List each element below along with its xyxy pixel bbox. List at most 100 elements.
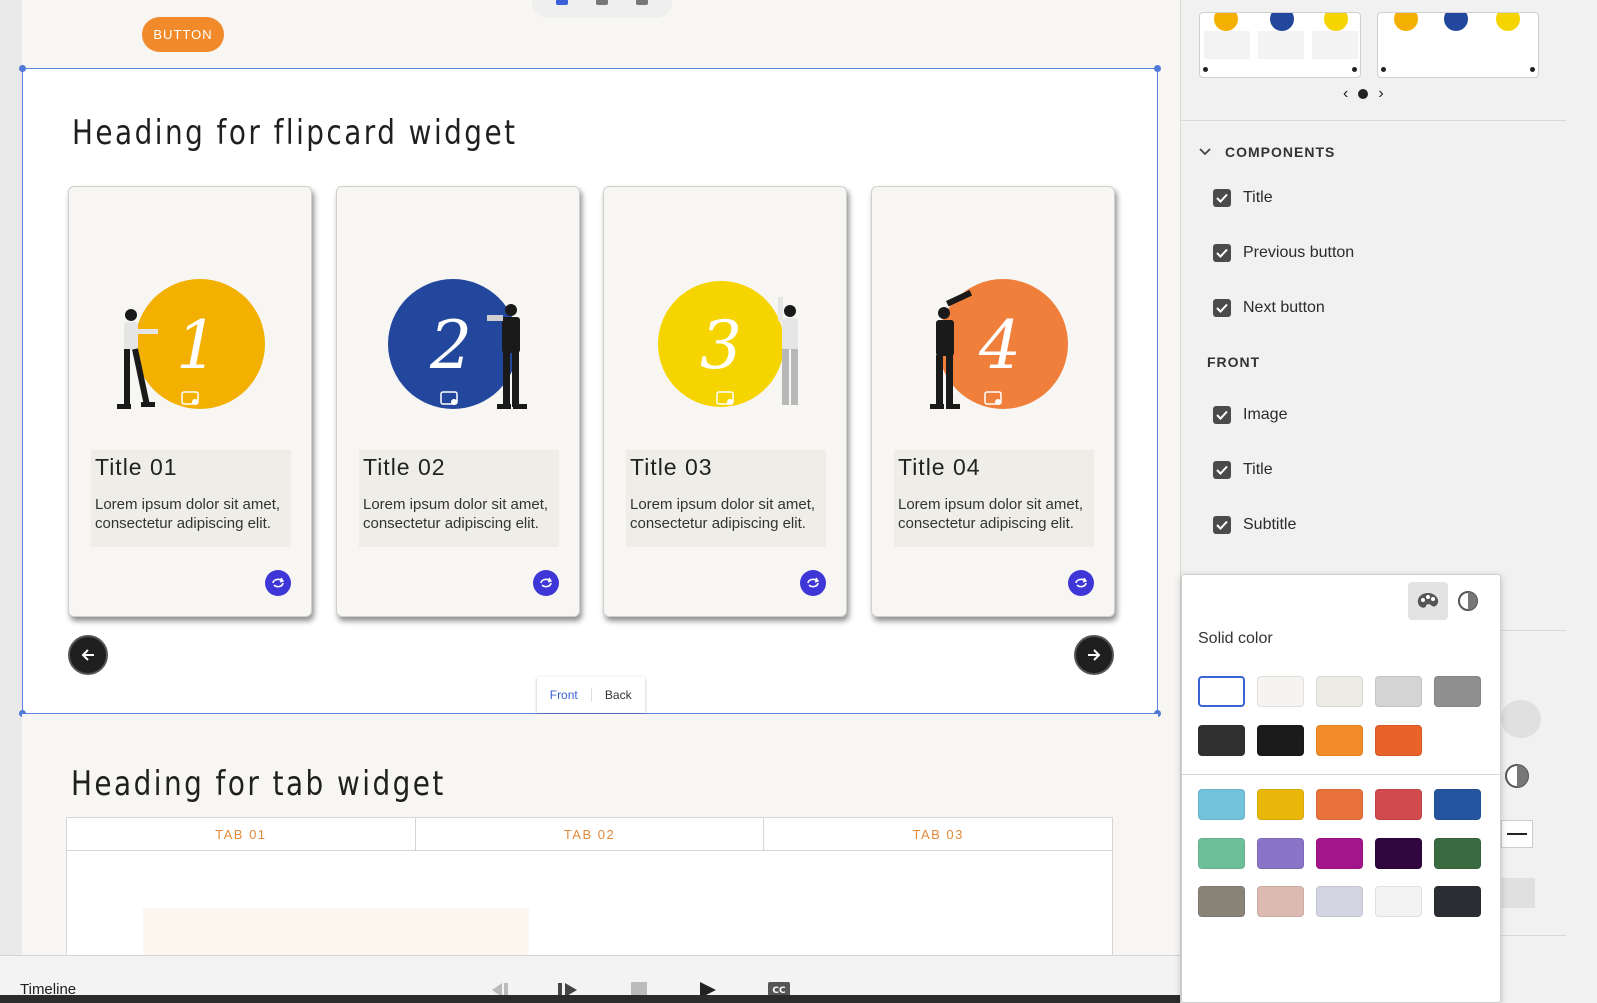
tab-bar: TAB 01 TAB 02 TAB 03	[67, 818, 1112, 851]
opacity-icon[interactable]	[1503, 762, 1531, 790]
component-next-button-checkbox[interactable]: Next button	[1213, 299, 1325, 317]
layout-thumbnail-2[interactable]	[1377, 12, 1539, 78]
back-option[interactable]: Back	[592, 688, 646, 702]
color-swatch[interactable]	[1434, 838, 1481, 869]
card-description[interactable]: Lorem ipsum dolor sit amet, consectetur …	[630, 495, 822, 533]
resize-handle[interactable]	[1154, 65, 1161, 72]
color-swatch[interactable]	[1198, 725, 1245, 756]
flip-button[interactable]	[265, 570, 291, 596]
card-image: 1	[69, 277, 311, 417]
checkbox-label: Image	[1243, 406, 1288, 423]
color-swatch[interactable]	[1434, 886, 1481, 917]
toolbar-delete-icon[interactable]	[636, 0, 648, 5]
next-button[interactable]	[1074, 635, 1114, 675]
front-title-checkbox[interactable]: Title	[1213, 461, 1273, 479]
page-surface: BUTTON Heading for flipcard widget 1 Tit…	[19, 0, 1180, 955]
color-swatch[interactable]	[1375, 886, 1422, 917]
card-title[interactable]: Title 03	[630, 454, 822, 481]
color-swatch[interactable]	[1316, 725, 1363, 756]
card-description[interactable]: Lorem ipsum dolor sit amet, consectetur …	[898, 495, 1090, 533]
hidden-toggle[interactable]	[1501, 700, 1541, 738]
color-swatch[interactable]	[1198, 789, 1245, 820]
color-swatch[interactable]	[1316, 838, 1363, 869]
flip-button[interactable]	[1068, 570, 1094, 596]
color-swatch[interactable]	[1375, 838, 1422, 869]
stroke-line-icon	[1507, 833, 1527, 835]
flipcard-widget[interactable]: Heading for flipcard widget 1 Title 01 L…	[19, 65, 1161, 717]
flip-button[interactable]	[800, 570, 826, 596]
card-text-block[interactable]: Title 01 Lorem ipsum dolor sit amet, con…	[91, 450, 291, 547]
card-image: 3	[604, 277, 846, 417]
floating-toolbar[interactable]	[532, 0, 672, 18]
tab-02[interactable]: TAB 02	[416, 818, 765, 850]
front-subtitle-checkbox[interactable]: Subtitle	[1213, 516, 1296, 534]
toolbar-info-icon[interactable]	[556, 0, 568, 5]
color-swatch[interactable]	[1198, 676, 1245, 707]
top-band: BUTTON	[22, 0, 1180, 68]
color-picker-popover: Solid color	[1181, 574, 1501, 1003]
checkbox-checked-icon	[1213, 516, 1231, 534]
layout-thumbnail-1[interactable]	[1199, 12, 1361, 78]
flip-button[interactable]	[533, 570, 559, 596]
checkbox-checked-icon	[1213, 461, 1231, 479]
resize-handle[interactable]	[19, 65, 26, 72]
card-text-block[interactable]: Title 02 Lorem ipsum dolor sit amet, con…	[359, 450, 559, 547]
component-title-checkbox[interactable]: Title	[1213, 189, 1273, 207]
pager-dot[interactable]	[1358, 89, 1369, 99]
swatch-mode-button[interactable]	[1408, 582, 1448, 620]
card-description[interactable]: Lorem ipsum dolor sit amet, consectetur …	[95, 495, 287, 533]
top-button[interactable]: BUTTON	[142, 17, 224, 52]
color-swatch[interactable]	[1257, 789, 1304, 820]
color-swatch[interactable]	[1257, 725, 1304, 756]
color-swatch[interactable]	[1257, 676, 1304, 707]
color-swatch[interactable]	[1198, 886, 1245, 917]
card-number: 4	[978, 307, 1021, 384]
opacity-mode-button[interactable]	[1448, 582, 1488, 620]
color-swatch[interactable]	[1198, 838, 1245, 869]
flipcard-4[interactable]: 4 Title 04 Lorem ipsum dolor sit amet, c…	[871, 186, 1115, 617]
color-swatch[interactable]	[1434, 676, 1481, 707]
chevron-left-icon[interactable]: ‹	[1343, 85, 1348, 103]
tab-01[interactable]: TAB 01	[67, 818, 416, 850]
tab-03[interactable]: TAB 03	[764, 818, 1112, 850]
color-swatch[interactable]	[1316, 886, 1363, 917]
component-previous-button-checkbox[interactable]: Previous button	[1213, 244, 1354, 262]
front-back-toggle[interactable]: Front Back	[537, 677, 645, 713]
color-swatch[interactable]	[1257, 838, 1304, 869]
color-swatch[interactable]	[1257, 886, 1304, 917]
opacity-icon	[1458, 591, 1478, 611]
card-description[interactable]: Lorem ipsum dolor sit amet, consectetur …	[363, 495, 555, 533]
tab-widget[interactable]: Heading for tab widget TAB 01 TAB 02 TAB…	[22, 714, 1158, 955]
color-swatch[interactable]	[1375, 725, 1422, 756]
card-image: 2	[337, 277, 579, 417]
color-swatch[interactable]	[1375, 789, 1422, 820]
flip-icon	[1075, 577, 1088, 588]
components-section-header[interactable]: COMPONENTS	[1199, 144, 1335, 160]
flipcard-1[interactable]: 1 Title 01 Lorem ipsum dolor sit amet, c…	[68, 186, 312, 617]
card-title[interactable]: Title 02	[363, 454, 555, 481]
color-swatch[interactable]	[1316, 676, 1363, 707]
card-text-block[interactable]: Title 04 Lorem ipsum dolor sit amet, con…	[894, 450, 1094, 547]
flipcard-3[interactable]: 3 Title 03 Lorem ipsum dolor sit amet, c…	[603, 186, 847, 617]
front-image-checkbox[interactable]: Image	[1213, 406, 1287, 424]
checkbox-label: Title	[1243, 461, 1273, 478]
card-title[interactable]: Title 01	[95, 454, 287, 481]
card-title[interactable]: Title 04	[898, 454, 1090, 481]
front-option[interactable]: Front	[537, 688, 592, 702]
chevron-right-icon[interactable]: ›	[1378, 85, 1383, 103]
popover-divider	[1182, 774, 1500, 775]
tab-container: TAB 01 TAB 02 TAB 03	[66, 817, 1113, 955]
flipcard-heading[interactable]: Heading for flipcard widget	[72, 113, 517, 153]
color-swatch[interactable]	[1375, 676, 1422, 707]
toolbar-duplicate-icon[interactable]	[596, 0, 608, 5]
tab-heading[interactable]: Heading for tab widget	[71, 764, 446, 804]
color-swatch[interactable]	[1434, 789, 1481, 820]
color-swatch[interactable]	[1316, 789, 1363, 820]
card-text-block[interactable]: Title 03 Lorem ipsum dolor sit amet, con…	[626, 450, 826, 547]
hidden-field[interactable]	[1501, 878, 1535, 908]
checkbox-checked-icon	[1213, 406, 1231, 424]
flipcard-2[interactable]: 2 Title 02 Lorem ipsum dolor sit amet, c…	[336, 186, 580, 617]
previous-button[interactable]	[68, 635, 108, 675]
checkbox-label: Previous button	[1243, 244, 1355, 261]
checkbox-label: Subtitle	[1243, 516, 1297, 533]
